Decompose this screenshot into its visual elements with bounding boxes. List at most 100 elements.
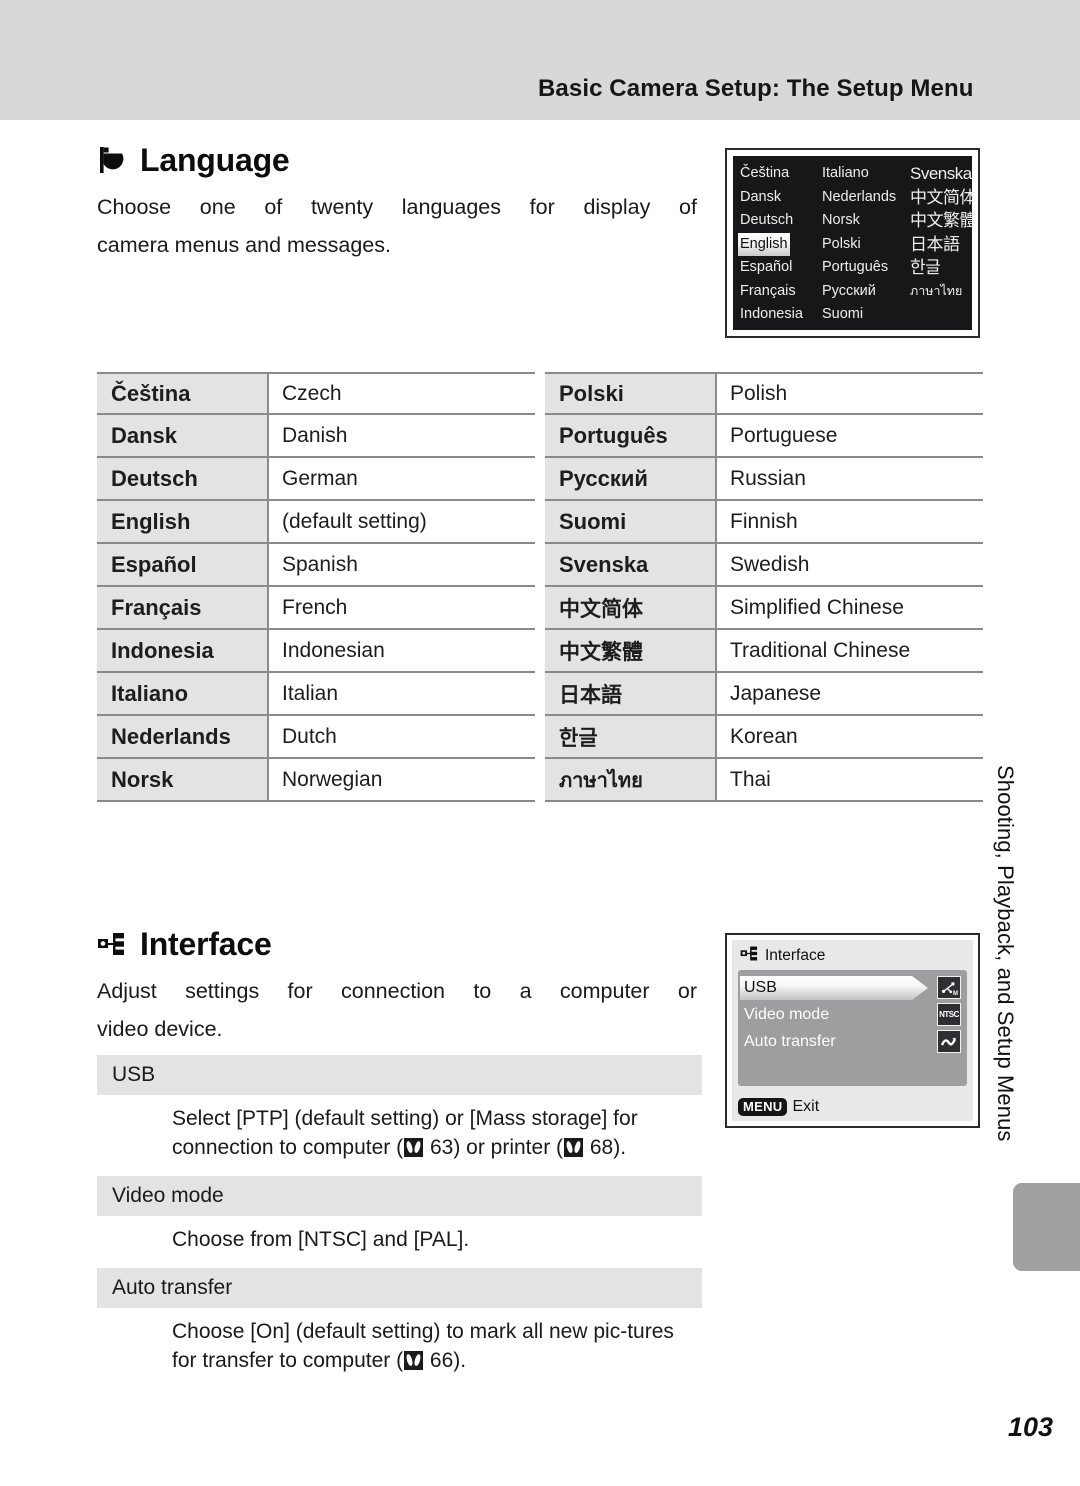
table-row: Français French	[97, 587, 535, 630]
side-tab-label: Shooting, Playback, and Setup Menus	[993, 765, 1018, 1142]
interface-title: Interface	[140, 925, 272, 962]
table-row: Norsk Norwegian	[97, 759, 535, 802]
language-table-right: Polski Polish Português Portuguese Русский Ru…	[545, 372, 983, 802]
language-lcd-option[interactable]: Dansk	[740, 186, 822, 210]
language-native-name: English	[97, 501, 269, 542]
language-lcd-option[interactable]: Deutsch	[740, 209, 822, 233]
language-lcd-option[interactable]: 日本語	[910, 233, 976, 257]
interface-lcd-item[interactable]: USB M	[738, 974, 967, 1001]
interface-lcd-title: Interface	[738, 945, 967, 967]
usb-icon: M	[937, 976, 961, 999]
interface-lcd-item[interactable]: Video mode NTSC	[738, 1001, 967, 1028]
language-english-name: Spanish	[269, 544, 535, 585]
language-english-name: Traditional Chinese	[717, 630, 983, 671]
language-lcd-option[interactable]: Polski	[822, 233, 910, 257]
language-native-name: 한글	[545, 716, 717, 757]
language-native-name: Suomi	[545, 501, 717, 542]
table-row: ภาษาไทย Thai	[545, 759, 983, 802]
interface-lcd-item-label: Video mode	[744, 1005, 830, 1023]
language-english-name: Danish	[269, 415, 535, 456]
language-english-name: Japanese	[717, 673, 983, 714]
language-lcd-option[interactable]: Suomi	[822, 303, 910, 327]
language-native-name: 中文简体	[545, 587, 717, 628]
table-row: Dansk Danish	[97, 415, 535, 458]
table-row: Deutsch German	[97, 458, 535, 501]
language-native-name: ภาษาไทย	[545, 759, 717, 800]
definition-term: Video mode	[97, 1176, 702, 1216]
language-english-name: Polish	[717, 374, 983, 413]
language-native-name: Français	[97, 587, 269, 628]
definition-term: USB	[97, 1055, 702, 1095]
language-native-name: Deutsch	[97, 458, 269, 499]
table-row: Русский Russian	[545, 458, 983, 501]
table-row: 中文简体 Simplified Chinese	[545, 587, 983, 630]
interface-heading: Interface	[97, 922, 697, 966]
language-english-name: Simplified Chinese	[717, 587, 983, 628]
language-english-name: (default setting)	[269, 501, 535, 542]
interface-menu-lcd[interactable]: Interface USB M Video mode NTSC Auto transfe…	[725, 933, 980, 1128]
menu-button-badge[interactable]: MENU	[738, 1098, 788, 1116]
language-native-name: Italiano	[97, 673, 269, 714]
definition-term: Auto transfer	[97, 1268, 702, 1308]
language-lcd-option[interactable]: Русский	[822, 280, 910, 304]
language-english-name: Portuguese	[717, 415, 983, 456]
language-english-name: Finnish	[717, 501, 983, 542]
interface-lcd-item-label: USB	[744, 978, 777, 996]
language-english-name: French	[269, 587, 535, 628]
language-lcd-option[interactable]: Čeština	[740, 162, 822, 186]
language-native-name: 日本語	[545, 673, 717, 714]
language-lcd-grid[interactable]: Čeština Italiano Svenska Dansk Nederlands 中文简…	[738, 162, 977, 327]
interface-description: Adjust settings for connection to a comp…	[97, 972, 697, 1048]
language-english-name: Italian	[269, 673, 535, 714]
language-description-line1: Choose one of twenty languages for displ…	[97, 195, 697, 219]
language-lcd-option[interactable]: Norsk	[822, 209, 910, 233]
language-selection-lcd[interactable]: Čeština Italiano Svenska Dansk Nederlands 中文简…	[725, 148, 980, 338]
language-lcd-option[interactable]: ภาษาไทย	[910, 280, 976, 304]
table-row: Polski Polish	[545, 372, 983, 415]
table-row: Nederlands Dutch	[97, 716, 535, 759]
language-native-name: Nederlands	[97, 716, 269, 757]
table-row: 한글 Korean	[545, 716, 983, 759]
language-english-name: Dutch	[269, 716, 535, 757]
table-row: Indonesia Indonesian	[97, 630, 535, 673]
language-lcd-option[interactable]: 中文繁體	[910, 209, 977, 233]
language-english-name: German	[269, 458, 535, 499]
language-lcd-option[interactable]: Português	[822, 256, 910, 280]
page-number: 103	[1008, 1412, 1054, 1442]
table-row: 中文繁體 Traditional Chinese	[545, 630, 983, 673]
definition-description: Choose [On] (default setting) to mark al…	[172, 1320, 674, 1372]
language-lcd-option[interactable]: 中文简体	[910, 186, 977, 210]
interface-description-line1: Adjust settings for connection to a comp…	[97, 979, 697, 1003]
language-english-name: Thai	[717, 759, 983, 800]
language-lcd-screen: Čeština Italiano Svenska Dansk Nederlands 中文简…	[733, 156, 977, 330]
page-reference-icon	[404, 1138, 424, 1157]
page-reference-icon	[564, 1138, 584, 1157]
language-native-name: 中文繁體	[545, 630, 717, 671]
language-lcd-option[interactable]: Français	[740, 280, 822, 304]
language-lcd-option[interactable]: Svenska	[910, 162, 976, 186]
language-lcd-option[interactable]: Indonesia	[740, 303, 822, 327]
table-row: Português Portuguese	[545, 415, 983, 458]
language-lcd-option-selected[interactable]: English	[738, 232, 790, 256]
language-description: Choose one of twenty languages for displ…	[97, 188, 697, 264]
language-lcd-option[interactable]: 한글	[910, 256, 976, 280]
language-heading: Language	[97, 138, 697, 182]
definition-description: Select [PTP] (default setting) or [Mass …	[172, 1107, 638, 1159]
language-lcd-option[interactable]: Nederlands	[822, 186, 910, 210]
ntsc-icon: NTSC	[937, 1003, 961, 1026]
language-table-left: Čeština Czech Dansk Danish Deutsch German Engl…	[97, 372, 535, 802]
table-row: Español Spanish	[97, 544, 535, 587]
language-description-line2: camera menus and messages.	[97, 233, 391, 257]
language-native-name: Português	[545, 415, 717, 456]
language-native-name: Indonesia	[97, 630, 269, 671]
interface-lcd-title-label: Interface	[765, 947, 826, 964]
language-native-name: Polski	[545, 374, 717, 413]
interface-lcd-item[interactable]: Auto transfer	[738, 1028, 967, 1055]
interface-lcd-item-panel[interactable]: USB M Video mode NTSC Auto transfer	[738, 970, 967, 1086]
language-lcd-option[interactable]: Italiano	[822, 162, 910, 186]
language-lcd-option[interactable]: English	[738, 232, 822, 256]
language-native-name: Dansk	[97, 415, 269, 456]
interface-lcd-title-icon	[740, 945, 759, 967]
language-lcd-option[interactable]: Español	[740, 256, 822, 280]
page-header-title: Basic Camera Setup: The Setup Menu	[538, 75, 974, 102]
